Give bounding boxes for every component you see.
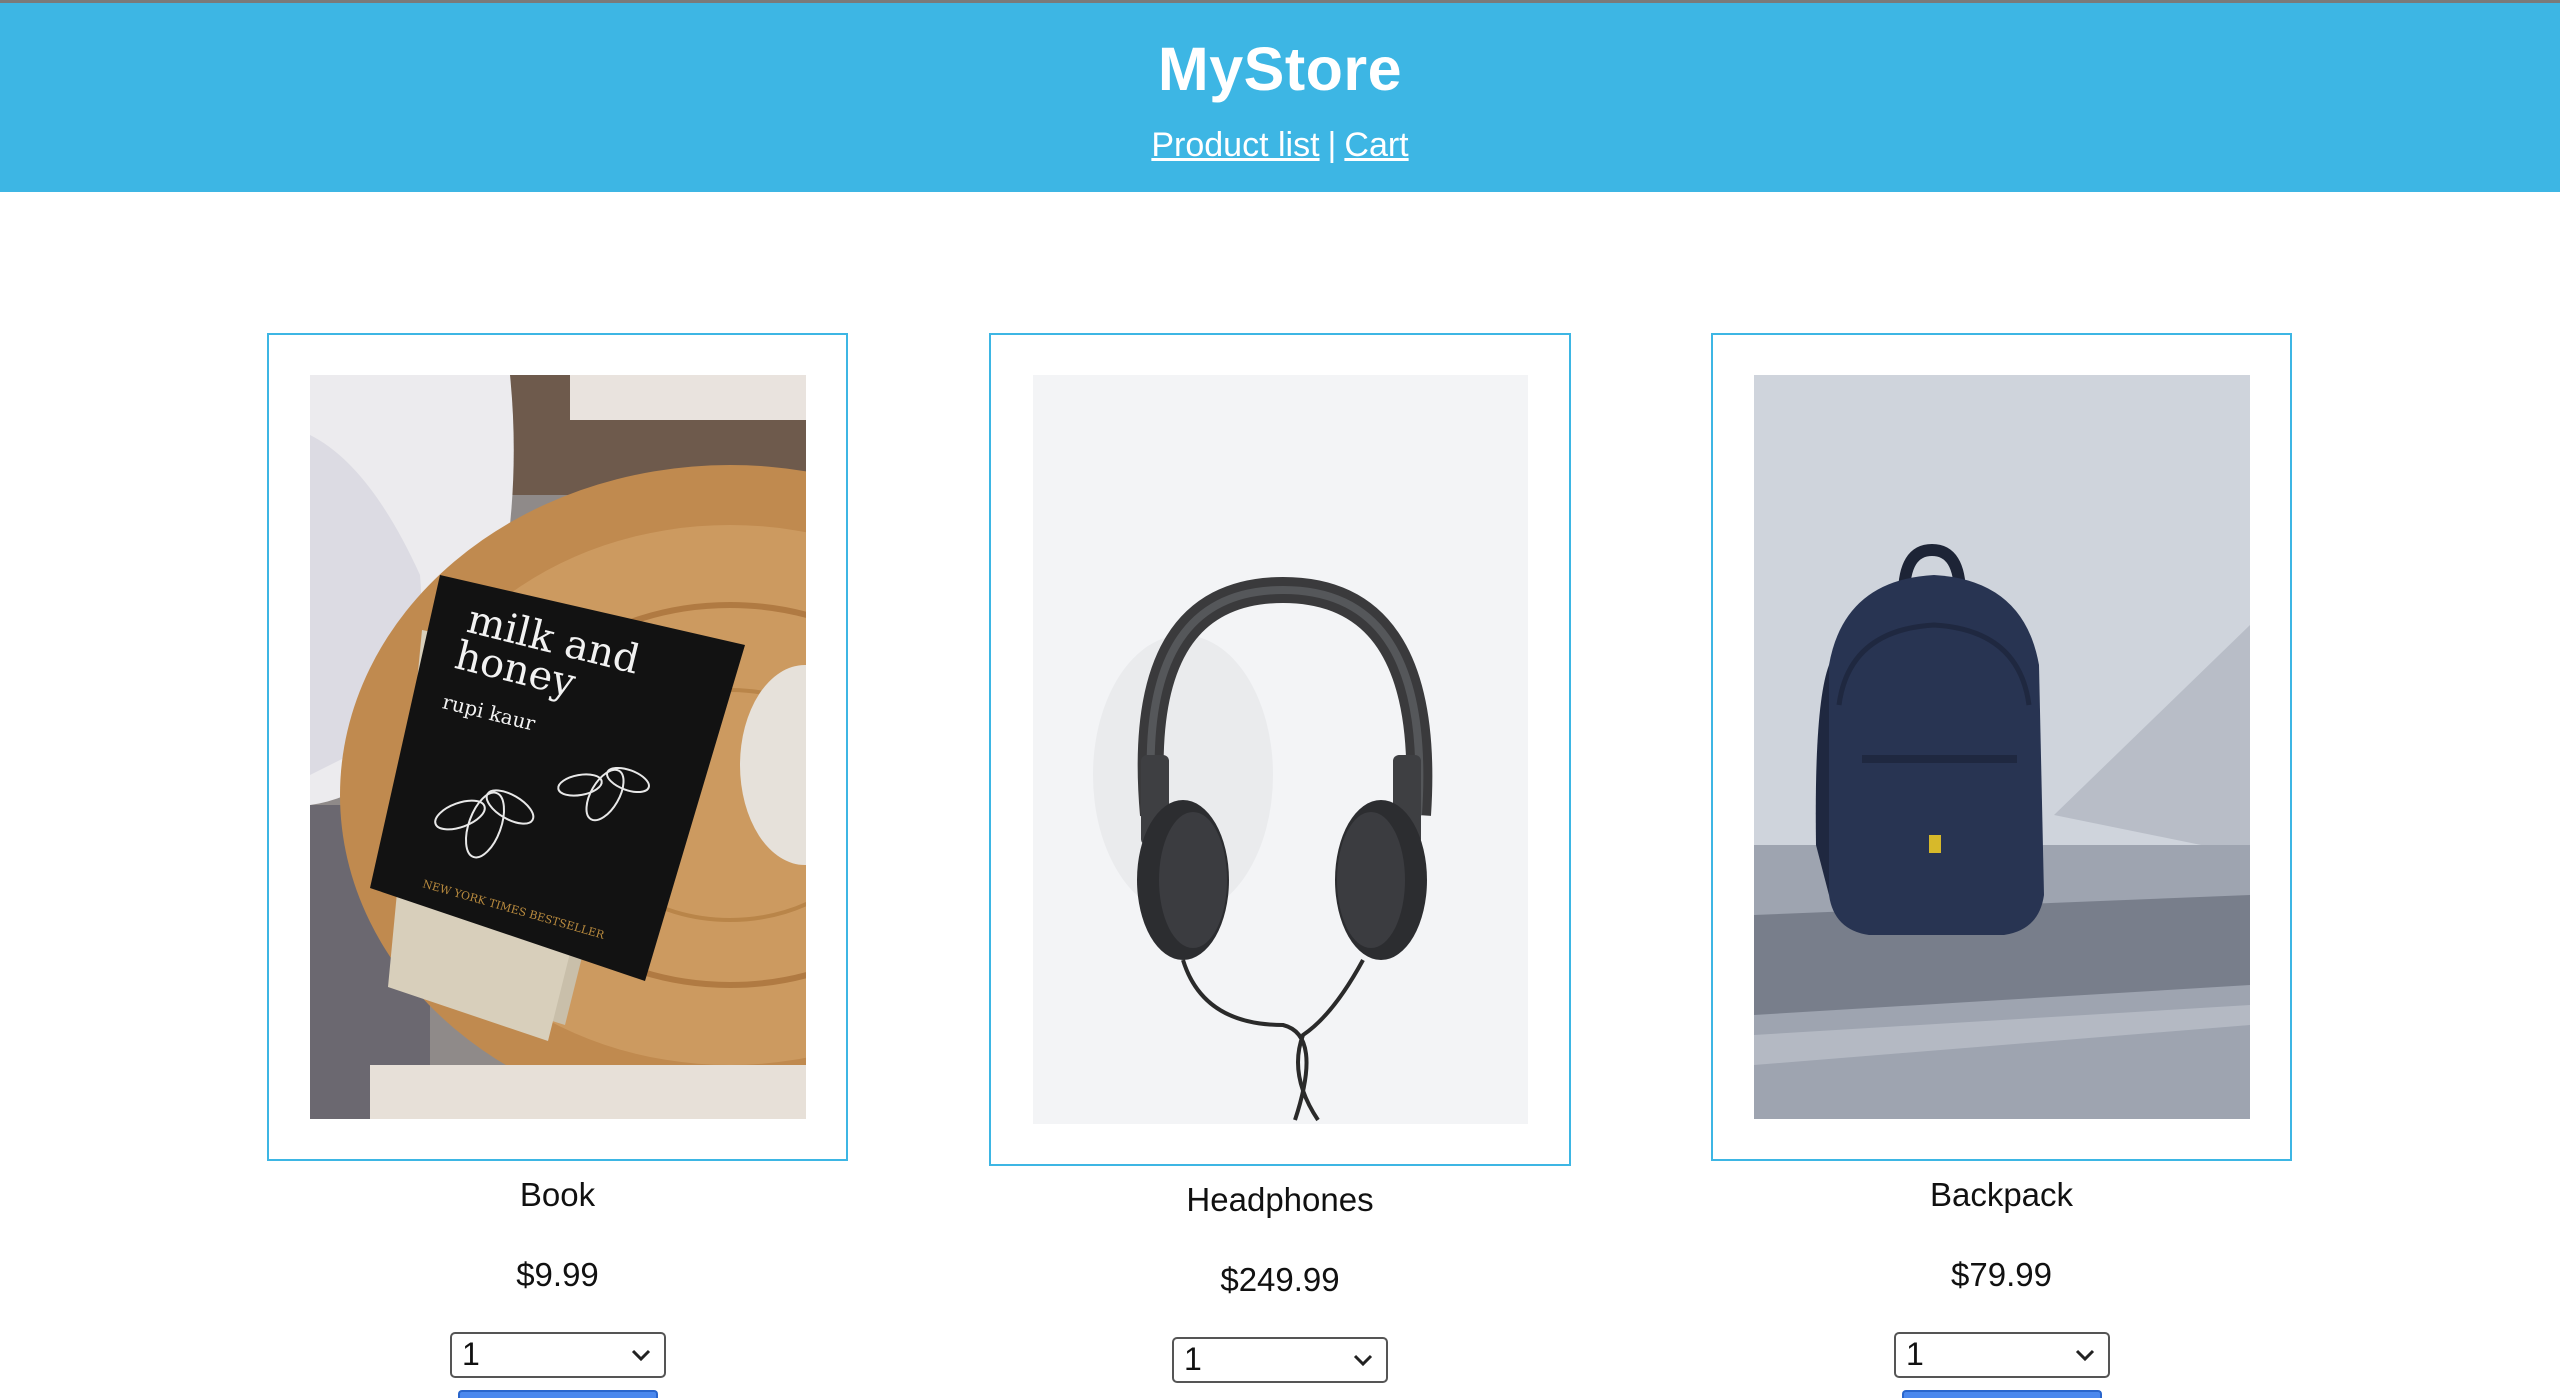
store-title: MyStore <box>1157 35 1403 103</box>
quantity-value: 1 <box>1906 1336 1924 1372</box>
quantity-select[interactable]: 1 <box>1172 1337 1388 1383</box>
product-name: Book <box>519 1176 596 1213</box>
cart-link[interactable]: Cart <box>1344 126 1408 164</box>
headphones-photo <box>1033 375 1528 1124</box>
site-header: MyStore Product list | Cart <box>0 3 2560 192</box>
product-list-link[interactable]: Product list <box>1151 126 1319 164</box>
chevron-down-icon <box>1353 1354 1373 1367</box>
chevron-down-icon <box>631 1349 651 1362</box>
quantity-select[interactable]: 1 <box>1894 1332 2110 1378</box>
quantity-select[interactable]: 1 <box>450 1332 666 1378</box>
product-name: Backpack <box>1929 1176 2074 1213</box>
product-name: Headphones <box>1186 1181 1374 1218</box>
product-price: $249.99 <box>1220 1261 1340 1298</box>
backpack-photo <box>1754 375 2250 1119</box>
quantity-value: 1 <box>462 1336 480 1372</box>
add-to-cart-button[interactable] <box>458 1390 658 1398</box>
add-to-cart-button[interactable] <box>1902 1390 2102 1398</box>
product-price: $9.99 <box>516 1256 599 1293</box>
main-nav: Product list | Cart <box>0 123 2560 167</box>
nav-separator: | <box>1327 126 1337 164</box>
chevron-down-icon <box>2075 1349 2095 1362</box>
book-photo: milk and honey rupi kaur NEW YORK TIMES … <box>310 375 806 1119</box>
product-price: $79.99 <box>1951 1256 2052 1293</box>
quantity-value: 1 <box>1184 1341 1202 1377</box>
